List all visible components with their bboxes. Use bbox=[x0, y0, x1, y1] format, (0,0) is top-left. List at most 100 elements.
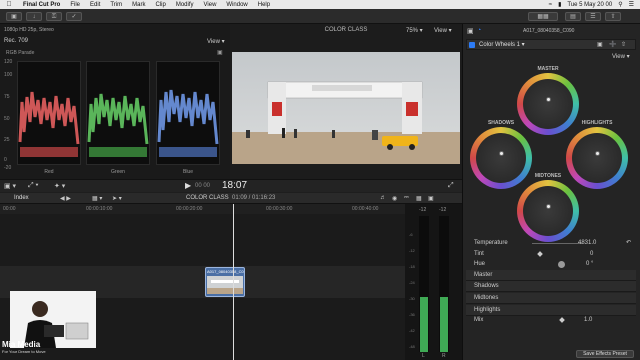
meter-scale: -48 bbox=[409, 344, 415, 349]
libraries-button[interactable]: ▣ bbox=[6, 12, 22, 21]
snapping-icon[interactable]: ⎓ bbox=[404, 195, 409, 202]
menu-help[interactable]: Help bbox=[253, 2, 275, 8]
meter-peak-left: -12 bbox=[419, 207, 427, 213]
menu-mark[interactable]: Mark bbox=[127, 2, 150, 8]
menu-bar:  Final Cut Pro File Edit Trim Mark Clip… bbox=[0, 0, 640, 9]
shadows-color-wheel[interactable] bbox=[470, 127, 532, 189]
timeline-title: COLOR CLASS bbox=[186, 195, 229, 201]
meter-left-label: L bbox=[422, 353, 425, 359]
blue-parade bbox=[156, 61, 220, 165]
section-shadows[interactable]: Shadows bbox=[466, 281, 636, 292]
section-midtones[interactable]: Midtones bbox=[466, 293, 636, 304]
hue-dial[interactable] bbox=[558, 261, 565, 268]
reset-icon[interactable]: ↶ bbox=[626, 238, 631, 249]
meter-scale: -12 bbox=[409, 248, 415, 253]
channel-label-red: Red bbox=[44, 169, 54, 175]
temperature-slider[interactable] bbox=[532, 243, 582, 244]
wifi-icon[interactable]: ≈ bbox=[549, 2, 552, 8]
brand-logo: Mia Media For Your Dream to Move bbox=[2, 340, 62, 360]
save-effects-preset-button[interactable]: Save Effects Preset bbox=[576, 350, 634, 358]
rally-finish-image bbox=[232, 52, 460, 164]
share-icon[interactable]: ⇧ bbox=[605, 12, 621, 21]
meter-right-label: R bbox=[442, 353, 446, 359]
rec-label: Rec. 709 bbox=[4, 38, 29, 44]
back-icon[interactable]: ◀ ▶ bbox=[60, 195, 71, 202]
meter-left bbox=[419, 216, 429, 352]
clock[interactable]: Tue 5 May 20 00 bbox=[567, 2, 612, 8]
ruler-mark: 00:00:30:00 bbox=[266, 206, 293, 212]
timecode-dim: 00 00 bbox=[195, 183, 211, 189]
app-menu[interactable]: Final Cut Pro bbox=[18, 2, 65, 8]
y-label: 75 bbox=[4, 94, 10, 100]
select-tool-icon[interactable]: ➤ ▾ bbox=[112, 195, 122, 202]
brand-tagline: For Your Dream to Move bbox=[2, 349, 46, 354]
enhance-icon[interactable]: ✦ ▾ bbox=[54, 182, 65, 190]
menu-trim[interactable]: Trim bbox=[105, 2, 127, 8]
inspector-view-menu[interactable]: View ▾ bbox=[612, 53, 630, 60]
temperature-value[interactable]: 4831.0 bbox=[578, 238, 596, 249]
mix-slider-thumb[interactable] bbox=[559, 317, 565, 323]
sliders-icon[interactable]: ☰ bbox=[585, 12, 601, 21]
video-inspector-icon[interactable]: ▣ bbox=[467, 27, 474, 35]
inspector-toggle[interactable]: ▤ bbox=[565, 12, 581, 21]
viewer-view-menu[interactable]: View ▾ bbox=[434, 27, 452, 34]
video-clip[interactable]: A017_08040358_C090 bbox=[205, 267, 245, 297]
menu-modify[interactable]: Modify bbox=[171, 2, 199, 8]
wheel-label-highlights: HIGHLIGHTS bbox=[581, 120, 613, 126]
layout-button[interactable]: ▦▦ bbox=[528, 12, 558, 21]
y-label: 50 bbox=[4, 116, 10, 122]
search-icon[interactable]: ⚲ bbox=[618, 1, 622, 8]
menu-window[interactable]: Window bbox=[221, 2, 252, 8]
apple-menu-icon[interactable]:  bbox=[0, 1, 18, 8]
solo-icon[interactable]: ◉ bbox=[392, 195, 397, 202]
effect-reset-icon[interactable]: ▣ bbox=[597, 41, 603, 48]
menu-edit[interactable]: Edit bbox=[85, 2, 105, 8]
effect-enable-checkbox[interactable] bbox=[469, 42, 475, 48]
menu-list-icon[interactable]: ☰ bbox=[629, 1, 634, 8]
color-inspector-icon[interactable]: ◔ bbox=[477, 27, 481, 34]
zoom-menu[interactable]: 75% ▾ bbox=[406, 27, 423, 34]
wheel-label-shadows: SHADOWS bbox=[487, 120, 515, 126]
effect-share-icon[interactable]: ⇧ bbox=[621, 41, 626, 48]
mix-value[interactable]: 1.0 bbox=[584, 315, 592, 326]
scopes-view-menu[interactable]: View ▾ bbox=[207, 38, 225, 45]
timeline-ruler[interactable]: 00:00 00:00:10:00 00:00:20:00 00:00:30:0… bbox=[0, 204, 405, 214]
effect-add-icon[interactable]: ➕ bbox=[609, 41, 616, 48]
hue-label: Hue bbox=[474, 261, 486, 267]
meter-peak-right: -12 bbox=[439, 207, 447, 213]
battery-icon[interactable]: ▮ bbox=[558, 1, 561, 8]
playhead[interactable] bbox=[233, 204, 234, 360]
audio-skimming-icon[interactable]: ♬ bbox=[380, 195, 386, 201]
fullscreen-icon[interactable]: ⤢ bbox=[448, 182, 454, 190]
midtones-color-wheel[interactable] bbox=[517, 180, 579, 242]
timecode[interactable]: 18:07 bbox=[222, 180, 247, 191]
index-button[interactable]: Index bbox=[14, 195, 29, 201]
video-frame[interactable] bbox=[232, 52, 460, 164]
effect-selector-row: Color Wheels 1 ▾ ▣ ➕ ⇧ bbox=[466, 39, 636, 50]
meter-scale: -18 bbox=[409, 264, 415, 269]
inspector-clip-name: A017_08040358_C090 bbox=[523, 28, 575, 34]
hue-value[interactable]: 0 ° bbox=[586, 259, 593, 270]
menu-clip[interactable]: Clip bbox=[150, 2, 170, 8]
effects-browser-icon[interactable]: ▣ bbox=[428, 195, 434, 202]
menu-view[interactable]: View bbox=[199, 2, 222, 8]
clip-appearance-icon[interactable]: ▦ bbox=[416, 195, 422, 202]
download-icon[interactable]: ↓ bbox=[26, 12, 42, 21]
tint-slider-thumb[interactable] bbox=[537, 251, 543, 257]
clip-label: A017_08040358_C090 bbox=[207, 269, 244, 274]
effect-menu[interactable]: Color Wheels 1 ▾ bbox=[479, 41, 525, 48]
play-button[interactable]: ▶ bbox=[185, 181, 191, 190]
section-master[interactable]: Master bbox=[466, 270, 636, 281]
transform-icon[interactable]: ⤢ ▾ bbox=[28, 182, 39, 190]
key-icon[interactable]: ⚿ bbox=[46, 12, 62, 21]
highlights-color-wheel[interactable] bbox=[566, 127, 628, 189]
check-icon[interactable]: ✓ bbox=[66, 12, 82, 21]
format-label: 1080p HD 25p, Stereo bbox=[4, 27, 54, 33]
channel-label-blue: Blue bbox=[182, 169, 193, 175]
meter-scale: -36 bbox=[409, 312, 415, 317]
scope-settings-icon[interactable]: ▣ bbox=[217, 49, 223, 56]
y-label: 25 bbox=[4, 137, 10, 143]
view-options-icon[interactable]: ▣ ▾ bbox=[4, 182, 16, 190]
menu-file[interactable]: File bbox=[65, 2, 85, 8]
timeline-tools-icon[interactable]: ▦ ▾ bbox=[92, 195, 102, 202]
